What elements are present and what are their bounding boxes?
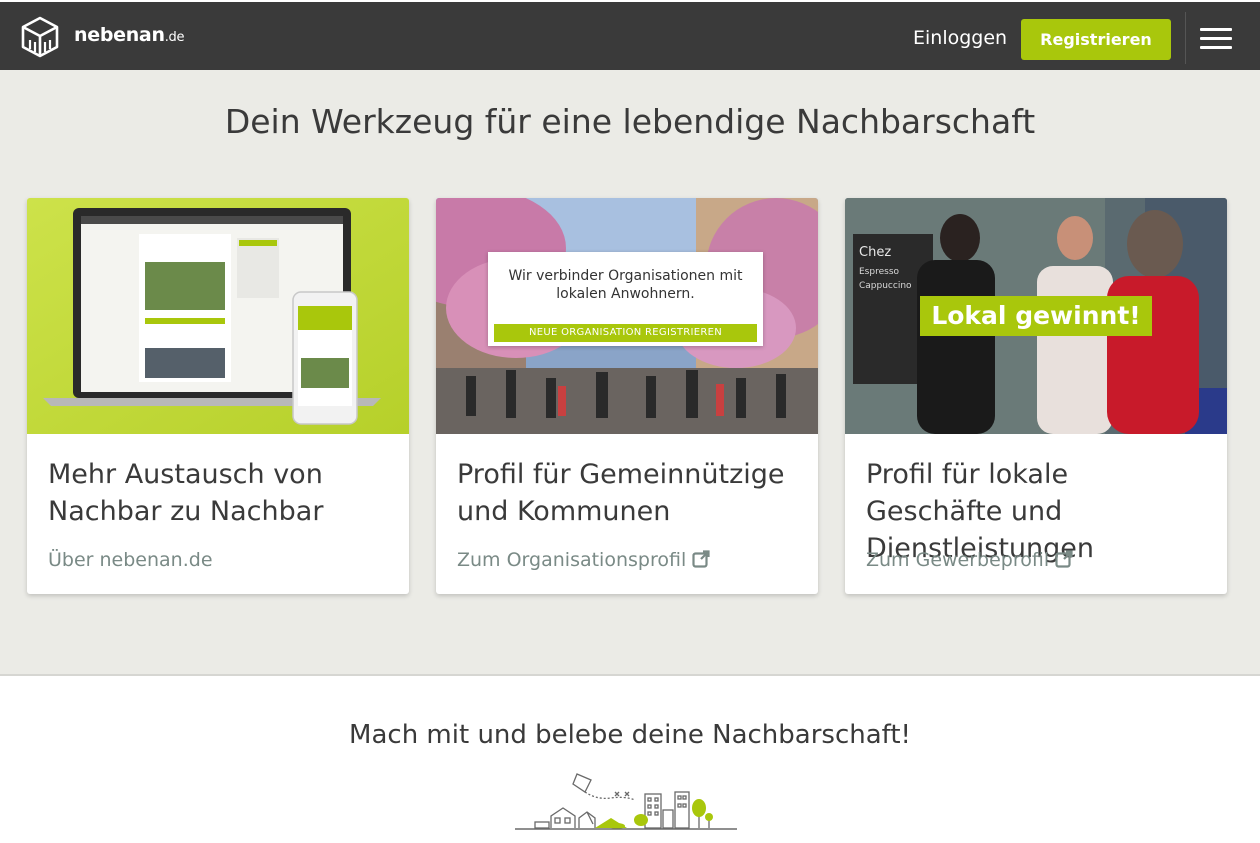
register-button[interactable]: Registrieren bbox=[1021, 19, 1171, 60]
card-about[interactable]: Mehr Austausch von Nachbar zu Nachbar Üb… bbox=[27, 198, 409, 594]
link-label: Zum Organisationsprofil bbox=[457, 549, 687, 571]
link-label: Zum Gewerbeprofil bbox=[866, 549, 1050, 571]
about-link[interactable]: Über nebenan.de bbox=[48, 549, 213, 571]
card-business[interactable]: Chez Espresso Cappuccino Lokal gewinnt! … bbox=[845, 198, 1227, 594]
external-link-icon bbox=[692, 550, 710, 568]
external-link-icon bbox=[1055, 550, 1073, 568]
overlay-text: Wir verbinder Organisationen mit lokalen… bbox=[508, 268, 743, 302]
street-festival-photo: Wir verbinder Organisationen mit lokalen… bbox=[436, 198, 818, 434]
top-navbar: nebenan.de Einloggen Registrieren bbox=[0, 0, 1260, 70]
svg-text:Cappuccino: Cappuccino bbox=[859, 281, 912, 291]
svg-text:Chez: Chez bbox=[859, 245, 891, 260]
card-title: Profil für Gemeinnützige und Kommunen bbox=[457, 459, 785, 527]
hamburger-menu-icon[interactable] bbox=[1200, 28, 1232, 50]
bottom-title: Mach mit und belebe deine Nachbarschaft! bbox=[349, 720, 911, 750]
new-organisation-button[interactable]: NEUE ORGANISATION REGISTRIEREN bbox=[494, 324, 757, 342]
hero-section: Dein Werkzeug für eine lebendige Nachbar… bbox=[0, 70, 1260, 676]
organisation-overlay: Wir verbinder Organisationen mit lokalen… bbox=[488, 252, 763, 346]
card-organisation[interactable]: Wir verbinder Organisationen mit lokalen… bbox=[436, 198, 818, 594]
svg-text:Espresso: Espresso bbox=[859, 267, 900, 277]
business-profile-link[interactable]: Zum Gewerbeprofil bbox=[866, 549, 1073, 571]
laptop-phone-mockup-image bbox=[27, 198, 409, 434]
lokal-gewinnt-badge: Lokal gewinnt! bbox=[920, 296, 1152, 336]
nebenan-logo-icon[interactable] bbox=[20, 16, 60, 58]
login-link[interactable]: Einloggen bbox=[913, 27, 1007, 49]
brand-name[interactable]: nebenan.de bbox=[74, 24, 184, 46]
card-title: Mehr Austausch von Nachbar zu Nachbar bbox=[48, 459, 324, 527]
organisation-profile-link[interactable]: Zum Organisationsprofil bbox=[457, 549, 710, 571]
neighborhood-city-illustration bbox=[515, 773, 737, 830]
hero-title: Dein Werkzeug für eine lebendige Nachbar… bbox=[224, 102, 1036, 141]
shop-owners-photo: Chez Espresso Cappuccino Lokal gewinnt! bbox=[845, 198, 1227, 434]
header-divider bbox=[1185, 12, 1186, 64]
